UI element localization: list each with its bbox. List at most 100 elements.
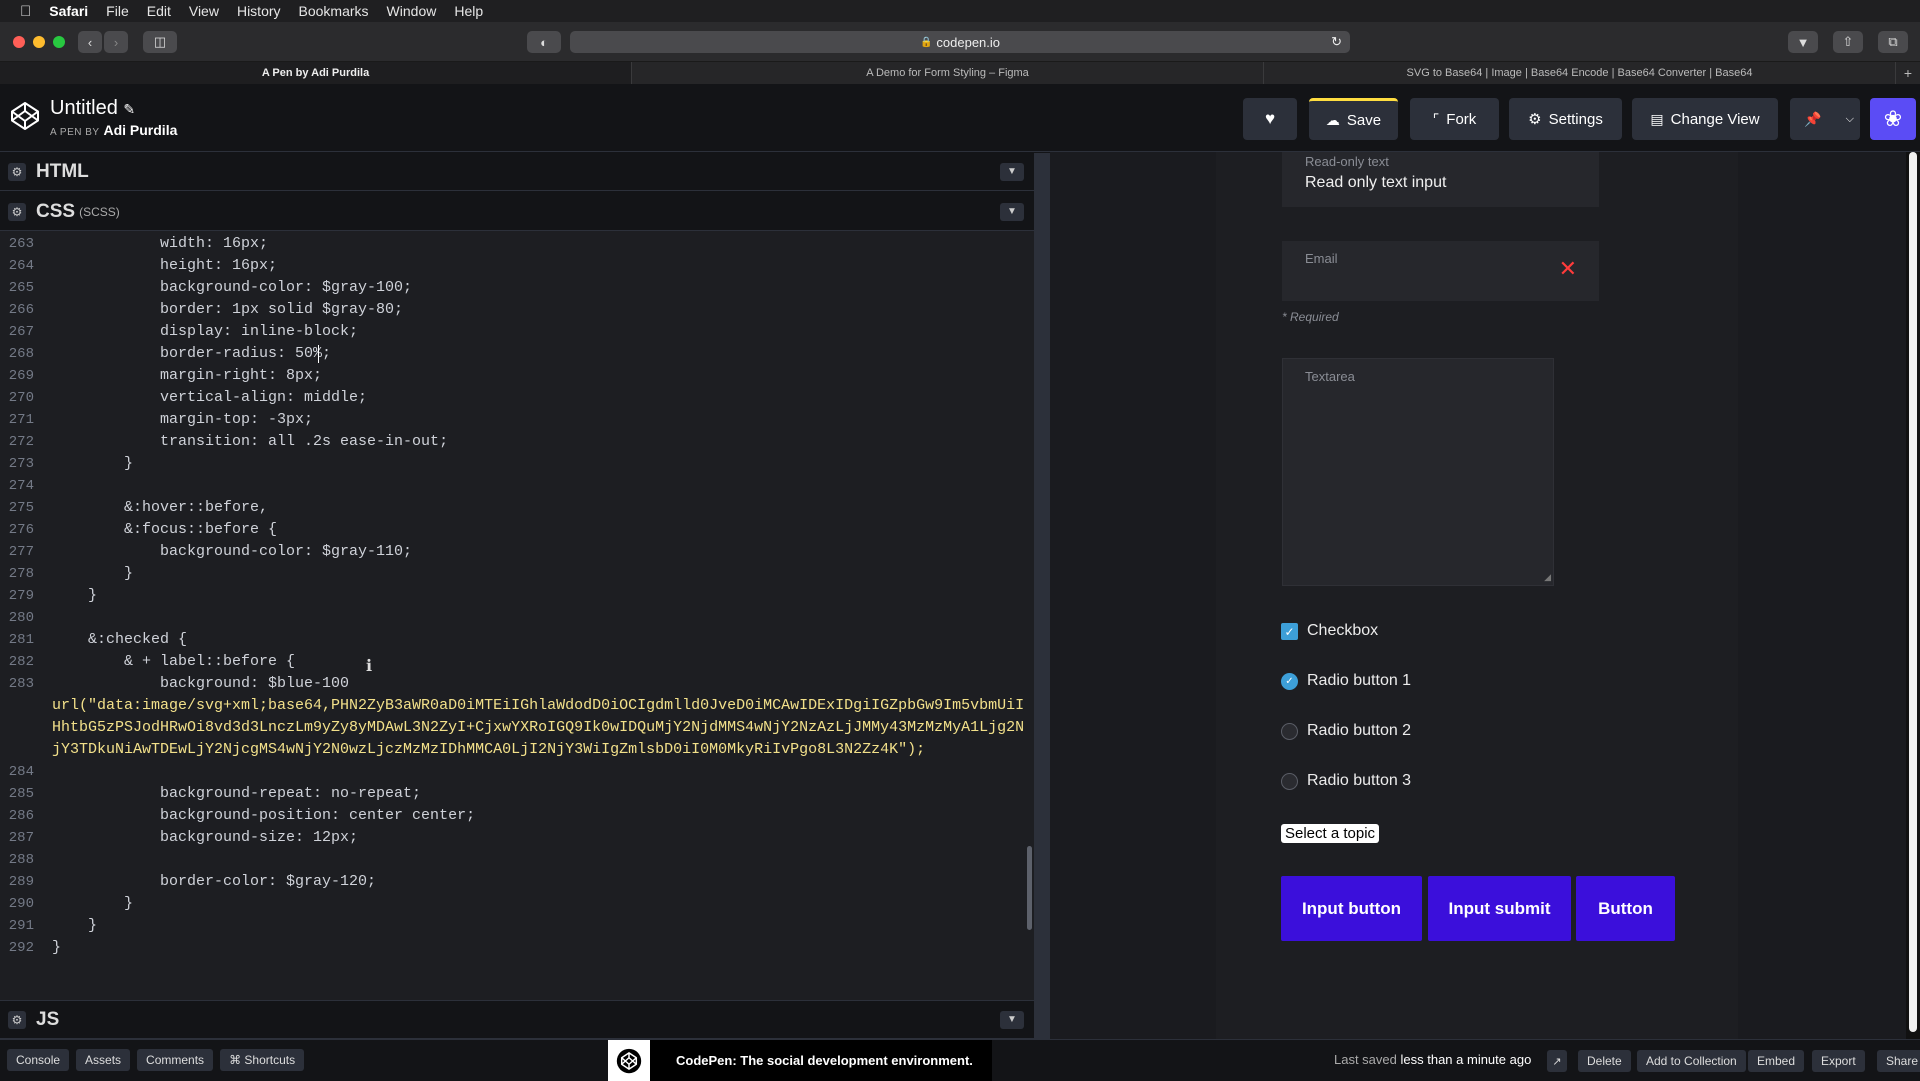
- pen-title[interactable]: Untitled: [50, 97, 118, 119]
- preview-scroll-thumb[interactable]: [1909, 152, 1917, 1032]
- code-line[interactable]: }: [52, 937, 61, 959]
- shortcuts-button[interactable]: ⌘ Shortcuts: [220, 1049, 305, 1071]
- code-line[interactable]: }: [52, 893, 133, 915]
- close-window-icon[interactable]: [13, 36, 25, 48]
- code-line[interactable]: background-color: $gray-100;: [52, 277, 412, 299]
- js-panel-chevron-icon[interactable]: ▼: [1000, 1010, 1024, 1029]
- html-settings-gear-icon[interactable]: ⚙: [8, 162, 26, 181]
- code-line[interactable]: background-color: $gray-110;: [52, 541, 412, 563]
- code-line[interactable]: }: [52, 563, 133, 585]
- preview-scrollbar[interactable]: [1906, 152, 1920, 1039]
- code-line[interactable]: vertical-align: middle;: [52, 387, 367, 409]
- code-line[interactable]: border-color: $gray-120;: [52, 871, 376, 893]
- js-settings-gear-icon[interactable]: ⚙: [8, 1010, 26, 1029]
- add-to-collection-button[interactable]: Add to Collection: [1637, 1050, 1746, 1072]
- settings-button[interactable]: ⚙ Settings: [1509, 98, 1622, 140]
- code-line[interactable]: }: [52, 453, 133, 475]
- html-panel-header[interactable]: ⚙ HTML ▼: [0, 153, 1034, 191]
- code-line[interactable]: background-repeat: no-repeat;: [52, 783, 421, 805]
- topic-select[interactable]: Select a topic: [1281, 824, 1380, 843]
- tab-figma[interactable]: A Demo for Form Styling – Figma: [632, 62, 1264, 84]
- external-link-icon[interactable]: ↗: [1547, 1050, 1567, 1072]
- assets-button[interactable]: Assets: [76, 1049, 131, 1071]
- menu-view[interactable]: View: [189, 3, 219, 19]
- radio-1-checked-icon[interactable]: ✓: [1281, 673, 1298, 690]
- back-icon[interactable]: ‹: [78, 31, 102, 53]
- tab-pen[interactable]: A Pen by Adi Purdila: [0, 62, 632, 84]
- chevron-down-icon[interactable]: ⌵: [1846, 113, 1854, 126]
- code-line[interactable]: height: 16px;: [52, 255, 277, 277]
- css-settings-gear-icon[interactable]: ⚙: [8, 202, 26, 221]
- code-line[interactable]: & + label::before {: [52, 651, 295, 673]
- console-button[interactable]: Console: [7, 1049, 70, 1071]
- share-icon[interactable]: ⇧: [1833, 31, 1863, 53]
- code-line[interactable]: background-position: center center;: [52, 805, 475, 827]
- code-line[interactable]: border: 1px solid $gray-80;: [52, 299, 403, 321]
- export-button[interactable]: Export: [1812, 1050, 1865, 1072]
- menu-bookmarks[interactable]: Bookmarks: [299, 3, 369, 19]
- menu-safari[interactable]: Safari: [49, 3, 88, 19]
- css-panel-header[interactable]: ⚙ CSS (SCSS) ▼: [0, 193, 1034, 231]
- minimize-window-icon[interactable]: [33, 36, 45, 48]
- code-line[interactable]: }: [52, 915, 97, 937]
- code-line[interactable]: background: $blue-100: [52, 673, 349, 695]
- tab-base64[interactable]: SVG to Base64 | Image | Base64 Encode | …: [1264, 62, 1896, 84]
- menu-help[interactable]: Help: [454, 3, 483, 19]
- embed-button[interactable]: Embed: [1748, 1050, 1805, 1072]
- plain-button[interactable]: Button: [1576, 876, 1675, 941]
- code-line[interactable]: &:focus::before {: [52, 519, 277, 541]
- code-line-url[interactable]: url("data:image/svg+xml;base64,PHN2ZyB3a…: [52, 695, 1032, 761]
- menu-window[interactable]: Window: [387, 3, 437, 19]
- code-line[interactable]: &:hover::before,: [52, 497, 268, 519]
- radio-2-label[interactable]: Radio button 2: [1307, 722, 1411, 740]
- sidebar-icon[interactable]: ◫: [143, 31, 177, 53]
- reload-icon[interactable]: ↻: [1331, 34, 1342, 50]
- textarea-field[interactable]: Textarea ◢: [1282, 358, 1554, 586]
- share-button[interactable]: Share: [1877, 1050, 1920, 1072]
- email-field[interactable]: Email ✕: [1282, 241, 1599, 301]
- html-panel-chevron-icon[interactable]: ▼: [1000, 162, 1024, 181]
- code-line[interactable]: width: 16px;: [52, 233, 268, 255]
- editor-resize-handle[interactable]: [1034, 153, 1050, 1039]
- css-code-area[interactable]: 263 width: 16px; 264 height: 16px; 265 b…: [0, 233, 1034, 999]
- address-bar[interactable]: 🔒 codepen.io ↻: [570, 31, 1350, 53]
- code-line[interactable]: border-radius: 50%;: [52, 343, 331, 365]
- new-tab-button[interactable]: +: [1896, 62, 1920, 84]
- fork-button[interactable]: ⌜ Fork: [1410, 98, 1499, 140]
- input-submit-button[interactable]: Input submit: [1428, 876, 1571, 941]
- downloads-icon[interactable]: ▼: [1788, 31, 1818, 53]
- radio-3[interactable]: [1281, 773, 1298, 790]
- user-avatar[interactable]: ❀: [1870, 98, 1916, 140]
- heart-button[interactable]: ♥: [1243, 98, 1297, 140]
- resize-grip-icon[interactable]: ◢: [1544, 572, 1551, 583]
- code-line[interactable]: display: inline-block;: [52, 321, 358, 343]
- edit-pencil-icon[interactable]: ✎: [123, 101, 135, 117]
- checkbox-checked-icon[interactable]: ✓: [1281, 623, 1298, 640]
- radio-3-label[interactable]: Radio button 3: [1307, 772, 1411, 790]
- promo-banner[interactable]: CodePen: The social development environm…: [608, 1040, 992, 1081]
- tab-overview-icon[interactable]: ⧉: [1878, 31, 1908, 53]
- comments-button[interactable]: Comments: [137, 1049, 214, 1071]
- code-line[interactable]: background-size: 12px;: [52, 827, 358, 849]
- zoom-window-icon[interactable]: [53, 36, 65, 48]
- menu-file[interactable]: File: [106, 3, 129, 19]
- code-line[interactable]: margin-top: -3px;: [52, 409, 313, 431]
- radio-2[interactable]: [1281, 723, 1298, 740]
- privacy-icon[interactable]: ◐: [527, 31, 561, 53]
- code-line[interactable]: margin-right: 8px;: [52, 365, 322, 387]
- editor-scrollbar[interactable]: [1027, 846, 1032, 930]
- apple-icon[interactable]: : [20, 3, 31, 20]
- forward-icon[interactable]: ›: [104, 31, 128, 53]
- pin-button[interactable]: 📌 ⌵: [1790, 98, 1860, 140]
- save-button[interactable]: ☁ Save: [1309, 98, 1398, 140]
- input-button[interactable]: Input button: [1281, 876, 1422, 941]
- menu-edit[interactable]: Edit: [147, 3, 171, 19]
- checkbox-label[interactable]: Checkbox: [1307, 622, 1378, 640]
- radio-1-label[interactable]: Radio button 1: [1307, 672, 1411, 690]
- change-view-button[interactable]: ▤ Change View: [1632, 98, 1778, 140]
- code-line[interactable]: &:checked {: [52, 629, 187, 651]
- readonly-input[interactable]: Read-only text Read only text input: [1282, 152, 1599, 207]
- author-name[interactable]: Adi Purdila: [103, 122, 177, 138]
- code-line[interactable]: transition: all .2s ease-in-out;: [52, 431, 448, 453]
- menu-history[interactable]: History: [237, 3, 281, 19]
